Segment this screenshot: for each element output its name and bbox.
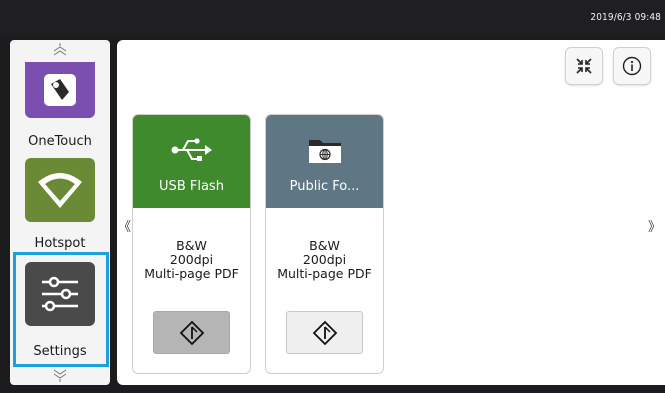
clock: 2019/6/3 09:48 [590, 12, 661, 23]
sidebar-item-label: Hotspot [34, 236, 86, 251]
scan-profile-card[interactable]: Public Fo... B&W 200dpi Multi-page PDF [265, 114, 384, 374]
status-bar: 2019/6/3 09:48 [0, 0, 665, 36]
sliders-icon [42, 276, 78, 312]
chevron-up-icon [53, 43, 67, 56]
color-mode-text: B&W [176, 238, 207, 253]
sidebar-item-settings[interactable] [25, 262, 95, 326]
card-title: Public Fo... [289, 179, 360, 194]
color-mode-text: B&W [309, 238, 340, 253]
info-icon [622, 56, 642, 76]
resolution-text: 200dpi [302, 252, 347, 267]
wifi-icon [38, 173, 82, 208]
start-scan-button[interactable] [153, 311, 230, 354]
card-settings: B&W 200dpi Multi-page PDF [133, 239, 250, 281]
sidebar-item-label: Settings [33, 344, 87, 359]
resolution-text: 200dpi [169, 252, 214, 267]
collapse-button[interactable] [565, 47, 603, 85]
card-header: USB Flash [133, 115, 250, 208]
start-icon [179, 320, 204, 345]
file-format-text: Multi-page PDF [144, 266, 239, 281]
next-page-button[interactable]: 》 [648, 216, 661, 235]
usb-icon [171, 138, 212, 161]
onetouch-icon [44, 74, 76, 106]
scan-profile-card[interactable]: USB Flash B&W 200dpi Multi-page PDF [132, 114, 251, 374]
network-folder-icon [308, 140, 341, 163]
sidebar-item-onetouch[interactable] [25, 62, 95, 118]
card-title: USB Flash [159, 179, 224, 194]
sidebar: OneTouch Hotspot Settings [10, 40, 110, 385]
previous-page-button[interactable]: 《 [118, 216, 131, 235]
sidebar-item-hotspot[interactable] [25, 158, 95, 222]
start-scan-button[interactable] [286, 311, 363, 354]
main-panel: 《 》 USB Flash B&W 200dpi Multi-page PDF … [117, 40, 665, 385]
sidebar-item-label: OneTouch [28, 134, 92, 149]
card-settings: B&W 200dpi Multi-page PDF [266, 239, 383, 281]
scroll-down-button[interactable] [10, 365, 110, 385]
start-icon [312, 320, 337, 345]
scroll-up-button[interactable] [10, 40, 110, 60]
file-format-text: Multi-page PDF [277, 266, 372, 281]
chevron-down-icon [53, 369, 67, 382]
collapse-icon [576, 58, 592, 74]
info-button[interactable] [613, 47, 651, 85]
card-header: Public Fo... [266, 115, 383, 208]
